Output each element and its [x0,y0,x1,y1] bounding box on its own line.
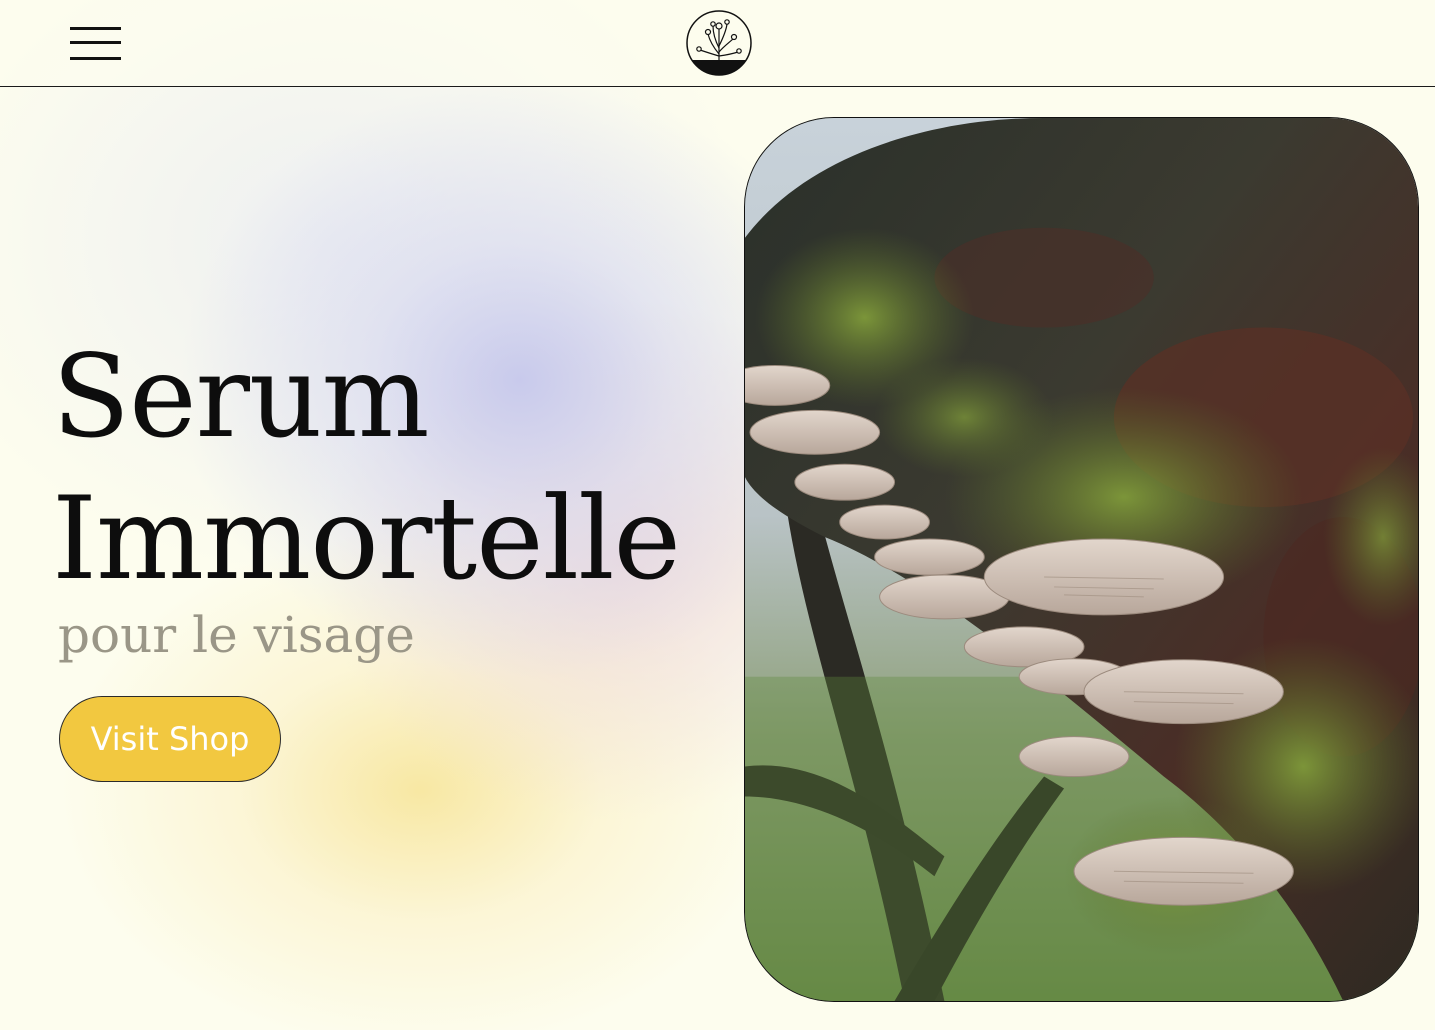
site-header [0,0,1435,87]
visit-shop-button[interactable]: Visit Shop [59,696,281,782]
hero-title-line-1: Serum [52,330,430,463]
botanical-flowers-logo-icon[interactable] [686,10,752,76]
page: Serum Immortelle pour le visage Visit Sh… [0,0,1435,1030]
hero-subtitle: pour le visage [58,606,415,664]
hero-title: Serum Immortelle [52,326,681,610]
hero-photo [744,117,1419,1002]
hamburger-menu-icon[interactable] [70,24,122,62]
hero-title-line-2: Immortelle [52,472,681,605]
mushroom-branch-photo [745,118,1418,1001]
